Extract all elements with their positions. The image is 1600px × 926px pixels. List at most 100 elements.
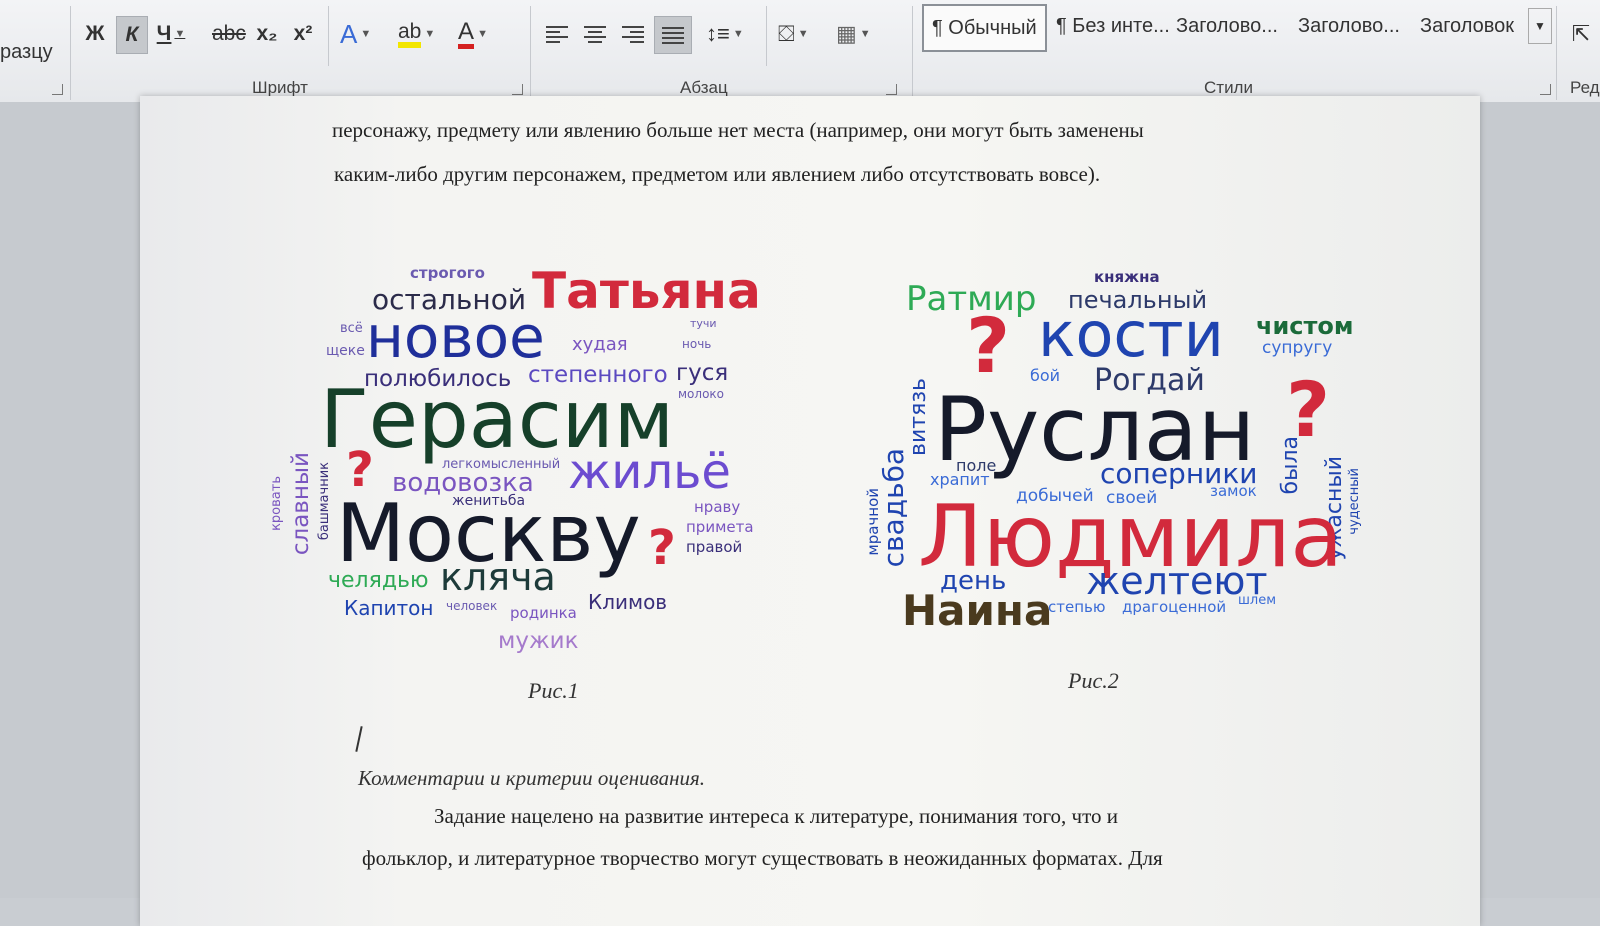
chevron-down-icon[interactable]: ▼ [360, 28, 371, 40]
underline-button[interactable]: Ч ▼ [156, 16, 186, 52]
chevron-down-icon[interactable]: ▼ [733, 28, 744, 40]
style-normal[interactable]: ¶ Обычный [922, 4, 1047, 52]
text-cursor [355, 726, 363, 752]
font-color-icon: A [458, 19, 475, 49]
group-separator [1556, 6, 1557, 100]
chevron-down-icon: ▼ [1534, 19, 1546, 33]
styles-dialog-launcher-icon[interactable] [1540, 84, 1551, 95]
shading-button[interactable]: ⛋ ▼ [778, 16, 809, 52]
align-left-icon [546, 25, 568, 43]
text-effects-icon: A [340, 18, 358, 49]
cloud-word: новое [366, 303, 545, 371]
cloud-word: примета [686, 518, 754, 536]
paragraph-dialog-launcher-icon[interactable] [886, 84, 897, 95]
paragraph-group-label: Абзац [680, 78, 728, 97]
document-page[interactable]: персонажу, предмету или явлению больше н… [140, 96, 1480, 926]
cloud-word: ? [966, 301, 1011, 390]
cloud-word: молоко [678, 387, 724, 401]
cloud-word: витязь [906, 378, 931, 456]
underline-label: Ч [156, 22, 172, 45]
justify-icon [662, 26, 684, 44]
cloud-word: мрачной [864, 488, 882, 556]
align-center-button[interactable] [580, 16, 610, 52]
cloud-word: Татьяна [532, 262, 761, 320]
cloud-word: кровать [269, 476, 284, 531]
cloud-word: челядью [328, 568, 429, 593]
text-effects-button[interactable]: A ▼ [340, 16, 371, 52]
chevron-down-icon[interactable]: ▼ [424, 28, 435, 40]
paragraph-line: персонажу, предмету или явлению больше н… [332, 118, 1144, 142]
cloud-word: щеке [326, 343, 365, 359]
align-right-icon [622, 25, 644, 43]
superscript-button[interactable]: x² [288, 16, 318, 52]
style-heading-2[interactable]: Заголово... [1290, 4, 1408, 48]
group-separator [70, 6, 71, 100]
paragraph-line: Задание нацелено на развитие интереса к … [434, 804, 1119, 828]
style-heading-1[interactable]: Заголово... [1168, 4, 1286, 48]
borders-icon: ▦ [836, 21, 857, 46]
align-left-button[interactable] [542, 16, 572, 52]
align-right-button[interactable] [618, 16, 648, 52]
paint-bucket-icon: ⛋ [778, 21, 795, 46]
line-spacing-icon: ↕≡ [706, 21, 730, 46]
borders-button[interactable]: ▦ ▼ [836, 16, 871, 52]
cloud-word: степью [1048, 598, 1106, 616]
editing-group-fragment: Ред [1570, 78, 1600, 97]
chevron-down-icon[interactable]: ▼ [860, 28, 871, 40]
select-cursor-button[interactable]: ⇱ [1566, 16, 1596, 52]
cloud-word: ночь [682, 337, 712, 351]
cloud-word: башмачник [317, 462, 332, 541]
chevron-down-icon[interactable]: ▼ [798, 28, 809, 40]
group-separator [328, 6, 329, 66]
cloud-word: нраву [694, 498, 741, 516]
cloud-word: человек [446, 599, 498, 613]
paragraph-line: каким-либо другим персонажем, предметом … [334, 162, 1101, 186]
justify-button[interactable] [654, 16, 692, 54]
align-center-icon [584, 25, 606, 43]
cloud-word: Наина [902, 586, 1053, 635]
highlight-button[interactable]: ab ▼ [398, 16, 435, 52]
paragraph-line: фольклор, и литературное творчество могу… [362, 846, 1163, 870]
cloud-word: шлем [1238, 593, 1277, 608]
font-color-button[interactable]: A ▼ [458, 16, 488, 52]
subscript-button[interactable]: x₂ [252, 16, 282, 52]
cursor-arrow-icon: ⇱ [1571, 21, 1591, 46]
ribbon: разцу Ж К Ч ▼ abc x₂ x² A ▼ ab ▼ A ▼ Шрифт ↕… [0, 0, 1600, 103]
font-dialog-launcher-icon[interactable] [512, 84, 523, 95]
cloud-word: худая [572, 334, 628, 355]
group-separator [912, 6, 913, 100]
styles-group-label: Стили [1204, 78, 1253, 97]
chevron-down-icon[interactable]: ▼ [477, 28, 488, 40]
bold-button[interactable]: Ж [80, 16, 110, 52]
cloud-word: родинка [510, 604, 577, 622]
cloud-word: храпит [930, 470, 990, 489]
cloud-word: кляча [440, 555, 556, 599]
cloud-word: княжна [1094, 268, 1160, 286]
style-no-spacing[interactable]: ¶ Без инте... [1048, 4, 1178, 48]
styles-more-button[interactable]: ▼ [1528, 8, 1552, 44]
cloud-word: свадьба [877, 448, 910, 568]
cloud-word: строгого [410, 264, 485, 282]
cloud-word: чудесный [1347, 468, 1362, 535]
cloud-word: ? [648, 520, 676, 576]
figure-1-caption: Рис.1 [528, 678, 579, 703]
group-separator [530, 6, 531, 100]
style-title[interactable]: Заголовок [1412, 4, 1522, 48]
cloud-word: супругу [1262, 338, 1333, 358]
strikethrough-button[interactable]: abc [212, 16, 246, 52]
cloud-word: драгоценной [1122, 598, 1227, 616]
clipboard-dialog-launcher-icon[interactable] [52, 84, 63, 95]
italic-button[interactable]: К [116, 16, 148, 54]
cloud-word: правой [686, 538, 743, 556]
cloud-word: всё [340, 321, 363, 336]
chevron-down-icon[interactable]: ▼ [174, 28, 185, 40]
font-group-label: Шрифт [252, 78, 308, 97]
cloud-word: Капитон [344, 596, 434, 620]
cloud-word: кости [1038, 298, 1224, 371]
cloud-word: Климов [588, 590, 668, 614]
section-heading: Комментарии и критерии оценивания. [358, 766, 706, 790]
cloud-word: была [1278, 436, 1303, 495]
line-spacing-button[interactable]: ↕≡ ▼ [706, 16, 744, 52]
highlight-icon: ab [398, 21, 422, 48]
cloud-word: чистом [1256, 312, 1354, 340]
